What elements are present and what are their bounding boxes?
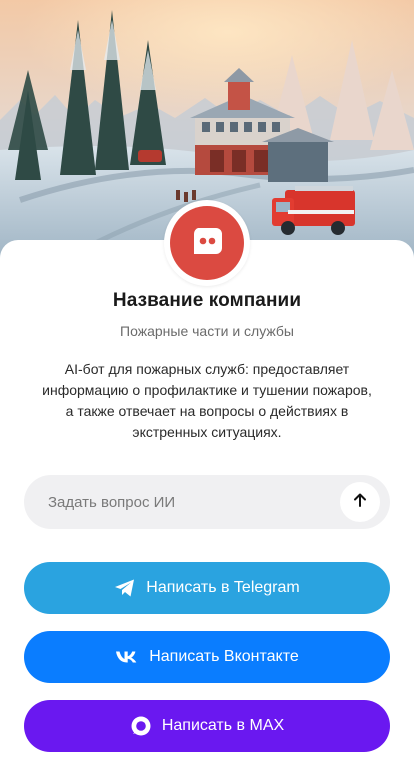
telegram-icon xyxy=(114,578,136,598)
max-button[interactable]: Написать в MAX xyxy=(24,700,390,752)
page: Название компании Пожарные части и служб… xyxy=(0,0,414,770)
ask-ai-input[interactable] xyxy=(48,493,340,511)
send-button[interactable] xyxy=(340,482,380,522)
vk-button[interactable]: Написать Вконтакте xyxy=(24,631,390,683)
avatar-circle xyxy=(170,206,244,280)
chat-bubble-icon xyxy=(189,223,225,264)
vk-icon xyxy=(115,650,139,664)
vk-button-label: Написать Вконтакте xyxy=(149,648,299,665)
avatar xyxy=(164,200,250,286)
max-icon xyxy=(130,715,152,737)
company-name: Название компании xyxy=(112,290,302,311)
max-button-label: Написать в MAX xyxy=(161,717,285,734)
company-description: AI-бот для пожарных служб: предоставляет… xyxy=(42,361,372,440)
telegram-button-label: Написать в Telegram xyxy=(146,579,300,596)
ask-ai-bar xyxy=(24,475,390,529)
telegram-button[interactable]: Написать в Telegram xyxy=(24,562,390,614)
company-category: Пожарные части и службы xyxy=(120,323,294,339)
arrow-up-icon xyxy=(351,491,369,514)
